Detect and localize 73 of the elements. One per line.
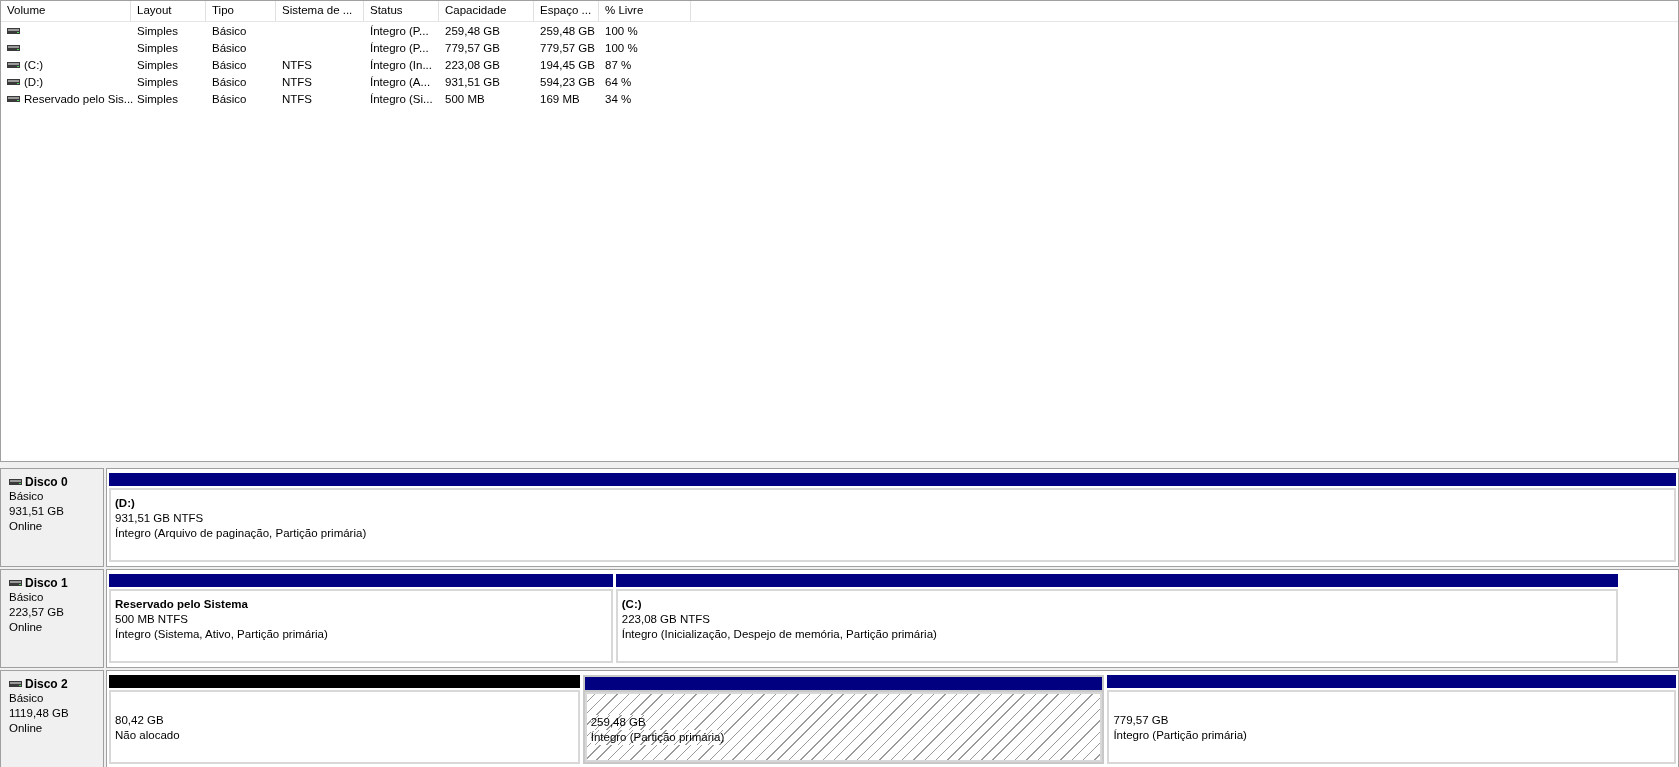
disk-name: Disco 2 [25, 677, 68, 691]
table-cell: Íntegro (P... [370, 41, 429, 54]
disk-name: Disco 0 [25, 475, 68, 489]
table-cell: 100 % [605, 24, 638, 37]
partition-status: Íntegro (Arquivo de paginação, Partição primária) [115, 526, 367, 541]
table-cell: 500 MB [445, 92, 485, 105]
drive-icon [9, 580, 22, 586]
table-cell: Básico [212, 75, 247, 88]
partition-name: Reservado pelo Sistema [115, 597, 248, 612]
table-cell: NTFS [282, 58, 313, 71]
partition-size: 223,08 GB NTFS [621, 612, 710, 627]
drive-icon [7, 95, 20, 102]
drive-icon [7, 27, 20, 34]
disk-type: Básico [9, 590, 45, 605]
table-cell: Íntegro (Si... [370, 92, 433, 105]
drive-icon [9, 479, 22, 485]
table-cell: Simples [137, 41, 178, 54]
drive-icon [7, 61, 20, 68]
disk-label[interactable]: Disco 1 Básico 223,57 GB Online [0, 569, 104, 668]
table-cell: 779,57 GB [540, 41, 595, 54]
table-cell: Simples [137, 24, 178, 37]
partition-size: 80,42 GB [115, 713, 164, 728]
disk-type: Básico [9, 691, 45, 706]
table-cell: Simples [137, 75, 178, 88]
table-cell: 259,48 GB [540, 24, 595, 37]
table-cell: Íntegro (A... [370, 75, 431, 88]
table-cell: NTFS [282, 75, 313, 88]
table-cell: (D:) [24, 75, 44, 88]
table-cell: 169 MB [540, 92, 580, 105]
table-cell: Simples [137, 58, 178, 71]
drive-icon [7, 44, 20, 51]
table-cell: Íntegro (P... [370, 24, 429, 37]
disk-status: Online [9, 519, 44, 534]
drive-icon [9, 681, 22, 687]
partition-name: (D:) [115, 496, 135, 511]
disk-size: 1119,48 GB [9, 706, 70, 721]
disk-size: 931,51 GB [9, 504, 65, 519]
partition-size: 779,57 GB [1113, 713, 1169, 728]
table-cell: 779,57 GB [445, 41, 500, 54]
partition-name: (C:) [621, 597, 642, 612]
disk-status: Online [9, 721, 44, 736]
partition-status: Íntegro (Partição primária) [1113, 728, 1247, 743]
disk-size: 223,57 GB [9, 605, 65, 620]
table-cell: (C:) [24, 58, 44, 71]
table-cell: 931,51 GB [445, 75, 500, 88]
disk-label[interactable]: Disco 0 Básico 931,51 GB Online [0, 468, 104, 567]
table-cell: Básico [212, 41, 247, 54]
table-cell: Reservado pelo Sis... [24, 92, 134, 105]
drive-icon [7, 78, 20, 85]
table-cell: 34 % [605, 92, 632, 105]
table-cell: Simples [137, 92, 178, 105]
table-cell: 259,48 GB [445, 24, 500, 37]
table-cell: 194,45 GB [540, 58, 595, 71]
table-cell: 87 % [605, 58, 632, 71]
table-cell: 64 % [605, 75, 632, 88]
table-cell: Básico [212, 24, 247, 37]
table-cell: Íntegro (In... [370, 58, 432, 71]
partition-status: Íntegro (Sistema, Ativo, Partição primária) [115, 627, 328, 642]
table-cell: Básico [212, 58, 247, 71]
disk-name: Disco 1 [25, 576, 68, 590]
partition-status: Íntegro (Partição primária) [590, 730, 725, 745]
table-cell: 594,23 GB [540, 75, 595, 88]
partition-size: 259,48 GB [590, 715, 646, 730]
disk-type: Básico [9, 489, 45, 504]
disk-label[interactable]: Disco 2 Básico 1119,48 GB Online [0, 670, 104, 767]
partition-block[interactable]: 259,48 GB Íntegro (Partição primária) [582, 675, 1105, 764]
partition-size: 931,51 GB NTFS [115, 511, 204, 526]
table-cell: 100 % [605, 41, 638, 54]
table-cell: 223,08 GB [445, 58, 500, 71]
disk-status: Online [9, 620, 44, 635]
table-cell: Básico [212, 92, 247, 105]
table-cell: NTFS [282, 92, 313, 105]
partition-status: Íntegro (Inicialização, Despejo de memória, Partição primária) [621, 627, 937, 642]
